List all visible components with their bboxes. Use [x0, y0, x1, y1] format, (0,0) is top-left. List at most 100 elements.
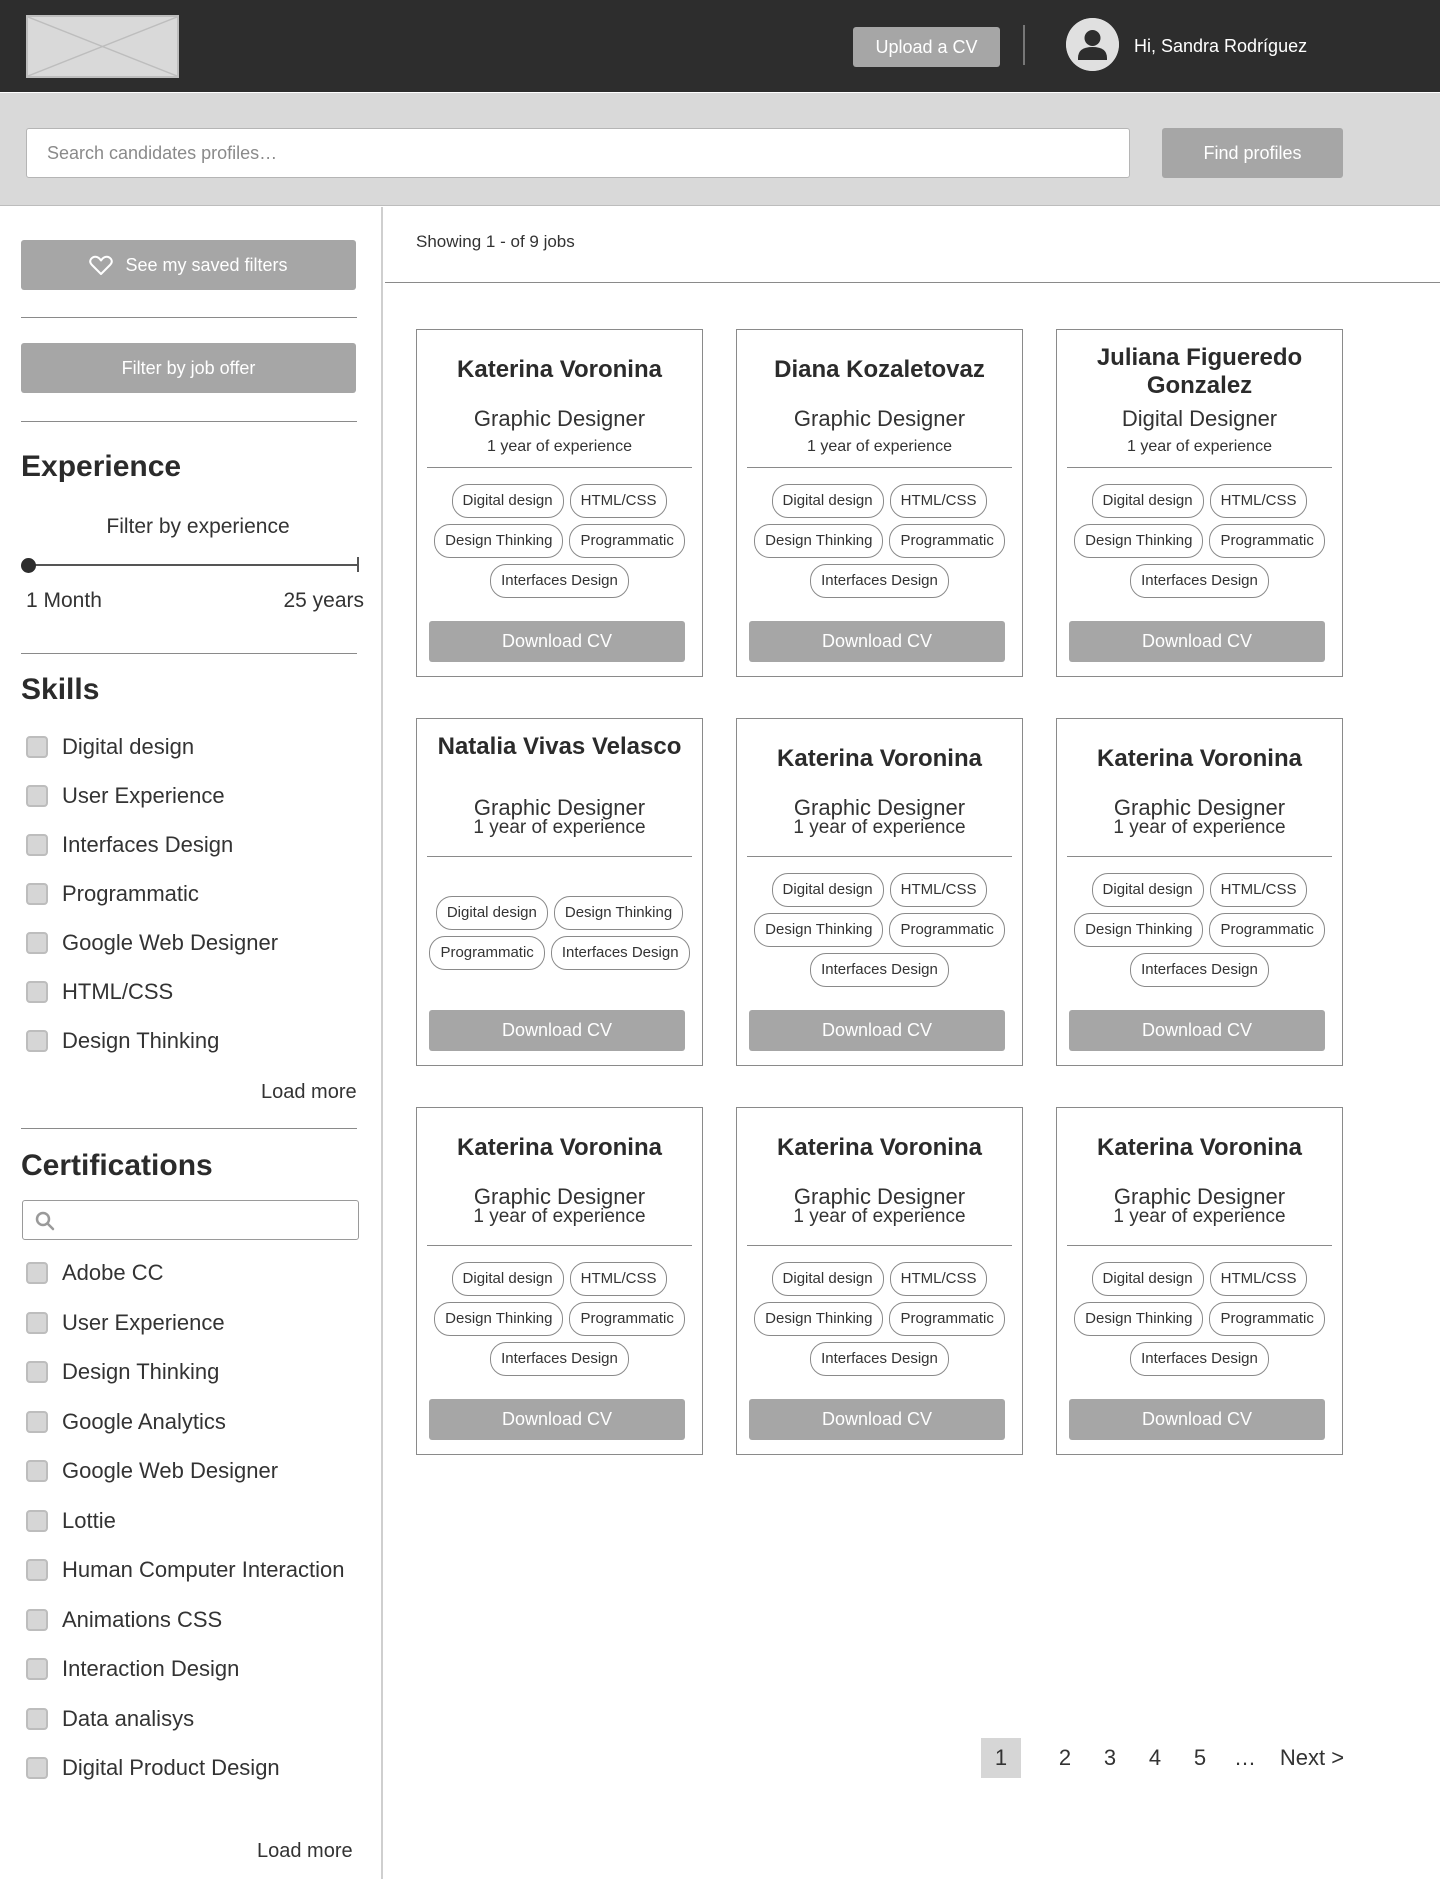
- skill-checkbox[interactable]: [26, 883, 48, 905]
- skill-tag[interactable]: Programmatic: [889, 1302, 1005, 1336]
- skill-tag[interactable]: Design Thinking: [553, 896, 684, 930]
- skill-tag[interactable]: Design Thinking: [754, 1302, 884, 1336]
- skill-tag[interactable]: Digital design: [451, 484, 564, 518]
- certification-checkbox[interactable]: [26, 1361, 48, 1383]
- certification-checkbox[interactable]: [26, 1608, 48, 1631]
- skill-tag[interactable]: Digital design: [771, 873, 884, 907]
- skill-tag[interactable]: HTML/CSS: [889, 484, 988, 518]
- certification-checkbox[interactable]: [26, 1262, 48, 1284]
- certification-checkbox[interactable]: [26, 1658, 48, 1680]
- skill-tag[interactable]: Digital design: [771, 1262, 884, 1296]
- certification-checkbox[interactable]: [26, 1410, 48, 1433]
- skill-tag[interactable]: Digital design: [435, 896, 548, 930]
- skill-tag[interactable]: HTML/CSS: [1209, 1262, 1308, 1296]
- skill-tag[interactable]: Interfaces Design: [1130, 564, 1269, 598]
- experience-slider-thumb[interactable]: [21, 558, 36, 573]
- skill-checkbox[interactable]: [26, 736, 48, 758]
- skill-tag[interactable]: Interfaces Design: [810, 564, 949, 598]
- skill-tag[interactable]: Digital design: [771, 484, 884, 518]
- skill-tag[interactable]: Interfaces Design: [1130, 953, 1269, 987]
- certification-checkbox[interactable]: [26, 1311, 48, 1334]
- skill-tag[interactable]: Programmatic: [1209, 1302, 1325, 1336]
- page-4-link[interactable]: 4: [1140, 1738, 1170, 1778]
- skill-tag[interactable]: Interfaces Design: [490, 1342, 629, 1376]
- user-greeting[interactable]: Hi, Sandra Rodríguez: [1134, 36, 1307, 57]
- skill-tag[interactable]: Interfaces Design: [1130, 1342, 1269, 1376]
- page-1-link[interactable]: 1: [981, 1738, 1021, 1778]
- download-cv-button[interactable]: Download CV: [429, 1010, 685, 1051]
- certification-item[interactable]: Animations CSS: [26, 1607, 222, 1633]
- skill-tag[interactable]: Programmatic: [429, 936, 545, 970]
- download-cv-button[interactable]: Download CV: [749, 621, 1005, 662]
- certification-checkbox[interactable]: [26, 1757, 48, 1779]
- skill-tag[interactable]: Programmatic: [889, 913, 1005, 947]
- experience-slider-track[interactable]: [28, 564, 358, 566]
- download-cv-button[interactable]: Download CV: [1069, 1399, 1325, 1440]
- certification-item[interactable]: Google Web Designer: [26, 1458, 278, 1484]
- skill-tag[interactable]: Design Thinking: [434, 524, 564, 558]
- certification-item[interactable]: Design Thinking: [26, 1359, 219, 1385]
- skill-tag[interactable]: Design Thinking: [434, 1302, 564, 1336]
- skills-load-more-link[interactable]: Load more: [261, 1081, 357, 1104]
- candidate-search-input[interactable]: [26, 128, 1130, 178]
- skill-tag[interactable]: Digital design: [1091, 484, 1204, 518]
- skill-tag[interactable]: Digital design: [1091, 873, 1204, 907]
- skill-tag[interactable]: Programmatic: [1209, 524, 1325, 558]
- filter-by-job-offer-button[interactable]: Filter by job offer: [21, 343, 356, 393]
- skill-item[interactable]: HTML/CSS: [26, 979, 173, 1005]
- certification-checkbox[interactable]: [26, 1509, 48, 1532]
- skill-checkbox[interactable]: [26, 981, 48, 1003]
- skill-item[interactable]: User Experience: [26, 783, 225, 809]
- skill-checkbox[interactable]: [26, 785, 48, 807]
- skill-tag[interactable]: Design Thinking: [754, 913, 884, 947]
- certification-item[interactable]: User Experience: [26, 1310, 225, 1336]
- next-page-link[interactable]: Next >: [1279, 1738, 1345, 1778]
- download-cv-button[interactable]: Download CV: [749, 1010, 1005, 1051]
- skill-tag[interactable]: HTML/CSS: [1209, 873, 1308, 907]
- page-2-link[interactable]: 2: [1050, 1738, 1080, 1778]
- saved-filters-button[interactable]: See my saved filters: [21, 240, 356, 290]
- skill-tag[interactable]: HTML/CSS: [889, 1262, 988, 1296]
- skill-item[interactable]: Programmatic: [26, 881, 199, 907]
- skill-tag[interactable]: Digital design: [1091, 1262, 1204, 1296]
- certification-item[interactable]: Interaction Design: [26, 1656, 239, 1682]
- certification-checkbox[interactable]: [26, 1707, 48, 1730]
- skill-tag[interactable]: Design Thinking: [1074, 524, 1204, 558]
- certification-checkbox[interactable]: [26, 1559, 48, 1581]
- skill-tag[interactable]: HTML/CSS: [569, 1262, 668, 1296]
- skill-tag[interactable]: Programmatic: [889, 524, 1005, 558]
- certifications-search-input[interactable]: [22, 1200, 359, 1240]
- skill-item[interactable]: Design Thinking: [26, 1028, 219, 1054]
- download-cv-button[interactable]: Download CV: [749, 1399, 1005, 1440]
- user-avatar-icon[interactable]: [1066, 18, 1119, 71]
- skill-tag[interactable]: Interfaces Design: [810, 953, 949, 987]
- skill-tag[interactable]: Programmatic: [1209, 913, 1325, 947]
- skill-tag[interactable]: Programmatic: [569, 1302, 685, 1336]
- download-cv-button[interactable]: Download CV: [429, 621, 685, 662]
- certification-item[interactable]: Lottie: [26, 1508, 116, 1534]
- skill-checkbox[interactable]: [26, 834, 48, 856]
- download-cv-button[interactable]: Download CV: [1069, 621, 1325, 662]
- skill-item[interactable]: Digital design: [26, 734, 194, 760]
- skill-tag[interactable]: Design Thinking: [1074, 1302, 1204, 1336]
- download-cv-button[interactable]: Download CV: [1069, 1010, 1325, 1051]
- skill-tag[interactable]: Interfaces Design: [810, 1342, 949, 1376]
- skill-tag[interactable]: Digital design: [451, 1262, 564, 1296]
- logo-placeholder-icon[interactable]: [26, 15, 179, 78]
- certification-item[interactable]: Adobe CC: [26, 1260, 164, 1286]
- certification-item[interactable]: Digital Product Design: [26, 1755, 280, 1781]
- skill-checkbox[interactable]: [26, 932, 48, 954]
- skill-item[interactable]: Google Web Designer: [26, 930, 278, 956]
- skill-tag[interactable]: Programmatic: [569, 524, 685, 558]
- skill-checkbox[interactable]: [26, 1030, 48, 1052]
- skill-tag[interactable]: HTML/CSS: [569, 484, 668, 518]
- skill-tag[interactable]: Interfaces Design: [490, 564, 629, 598]
- page-3-link[interactable]: 3: [1095, 1738, 1125, 1778]
- skill-tag[interactable]: Interfaces Design: [550, 936, 690, 970]
- certification-checkbox[interactable]: [26, 1460, 48, 1482]
- upload-cv-button[interactable]: Upload a CV: [853, 27, 1000, 67]
- download-cv-button[interactable]: Download CV: [429, 1399, 685, 1440]
- find-profiles-button[interactable]: Find profiles: [1162, 128, 1343, 178]
- certification-item[interactable]: Human Computer Interaction: [26, 1557, 344, 1583]
- page-5-link[interactable]: 5: [1185, 1738, 1215, 1778]
